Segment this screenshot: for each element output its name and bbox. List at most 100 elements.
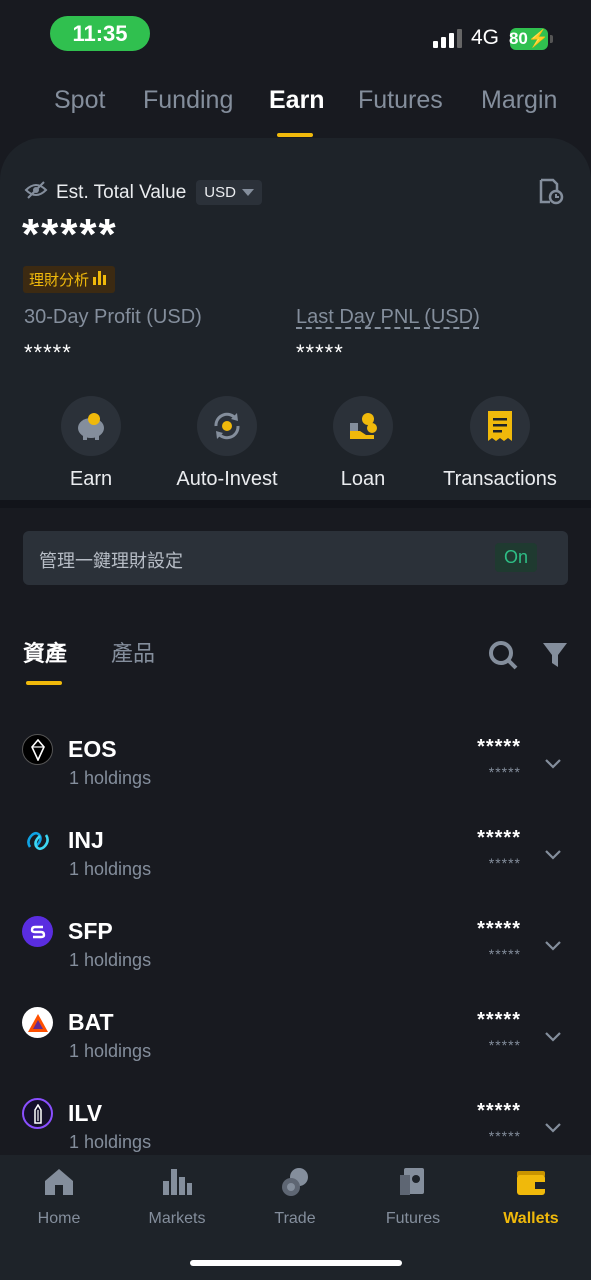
action-transactions[interactable]: Transactions (430, 396, 570, 491)
profit-value: ***** (24, 340, 72, 365)
nav-wallets[interactable]: Wallets (472, 1167, 590, 1228)
asset-symbol: EOS (68, 736, 117, 762)
inj-icon (22, 825, 53, 856)
nav-home-label: Home (37, 1210, 81, 1227)
action-auto-invest-label: Auto-Invest (176, 468, 278, 490)
asset-value: ***** (477, 736, 521, 758)
est-total-label: Est. Total Value (56, 181, 187, 203)
sub-tab-indicator (26, 681, 62, 685)
piggy-bank-icon (61, 396, 121, 456)
asset-sub-value: ***** (488, 1037, 521, 1053)
asset-sub-value: ***** (488, 946, 521, 962)
action-earn[interactable]: Earn (21, 396, 161, 491)
home-indicator (190, 1260, 402, 1266)
receipt-icon (470, 396, 530, 456)
chevron-down-icon[interactable] (545, 1120, 561, 1138)
tab-spot[interactable]: Spot (54, 86, 105, 115)
asset-sub-value: ***** (488, 764, 521, 780)
futures-icon (398, 1167, 428, 1202)
chevron-down-icon[interactable] (545, 1029, 561, 1047)
search-icon[interactable] (488, 640, 518, 675)
auto-invest-icon (197, 396, 257, 456)
asset-row[interactable]: BAT 1 holdings ***** ***** (0, 1007, 591, 1098)
nav-futures[interactable]: Futures (354, 1167, 472, 1228)
analysis-label: 理財分析 (29, 272, 90, 289)
nav-trade[interactable]: Trade (236, 1167, 354, 1228)
asset-row[interactable]: SFP 1 holdings ***** ***** (0, 916, 591, 1007)
chevron-down-icon[interactable] (545, 938, 561, 956)
action-loan-label: Loan (340, 468, 386, 490)
ilv-icon (22, 1098, 53, 1129)
nav-trade-label: Trade (274, 1210, 316, 1227)
bar-chart-icon (93, 270, 109, 289)
asset-symbol: BAT (68, 1009, 114, 1035)
nav-markets[interactable]: Markets (118, 1167, 236, 1228)
asset-value: ***** (477, 918, 521, 940)
eos-icon (22, 734, 53, 765)
tab-products[interactable]: 產品 (111, 636, 155, 668)
asset-value: ***** (477, 827, 521, 849)
nav-futures-label: Futures (385, 1210, 441, 1227)
asset-symbol: ILV (68, 1100, 103, 1126)
action-auto-invest[interactable]: Auto-Invest (157, 396, 297, 491)
asset-sub-value: ***** (488, 855, 521, 871)
quick-actions: Earn Auto-Invest Loan Transactions (0, 396, 591, 496)
wallet-tabs: Spot Funding Earn Futures Margin (0, 86, 591, 142)
asset-holdings: 1 holdings (69, 859, 152, 879)
auto-earn-toggle[interactable]: On (494, 543, 537, 572)
caret-down-icon (241, 189, 254, 196)
status-bar: 11:35 4G 80 ⚡ (0, 0, 591, 70)
filter-icon[interactable] (542, 641, 568, 674)
est-total-row: Est. Total Value USD (24, 180, 262, 205)
hide-balance-icon[interactable] (24, 180, 48, 205)
auto-earn-settings-bar[interactable]: 管理一鍵理財設定 On (23, 531, 568, 585)
tab-futures[interactable]: Futures (358, 86, 443, 115)
wallet-icon (516, 1167, 546, 1202)
pnl-value: ***** (296, 340, 344, 365)
signal-icon (433, 29, 462, 48)
history-icon[interactable] (538, 178, 564, 211)
currency-selector[interactable]: USD (196, 180, 262, 205)
markets-icon (162, 1167, 192, 1202)
earn-summary-card: Est. Total Value USD ***** 理財分析 30-Day P… (0, 138, 591, 500)
asset-value: ***** (477, 1009, 521, 1031)
chevron-down-icon[interactable] (545, 847, 561, 865)
tab-funding[interactable]: Funding (143, 86, 233, 115)
asset-symbol: INJ (68, 827, 104, 853)
battery-icon: 80 ⚡ (508, 28, 553, 50)
asset-holdings: 1 holdings (69, 1041, 152, 1061)
action-loan[interactable]: Loan (293, 396, 433, 491)
tab-margin[interactable]: Margin (481, 86, 557, 115)
currency-label: USD (204, 184, 236, 201)
status-time: 11:35 (50, 16, 150, 51)
action-transactions-label: Transactions (443, 468, 557, 490)
asset-symbol: SFP (68, 918, 113, 944)
asset-holdings: 1 holdings (69, 950, 152, 970)
nav-home[interactable]: Home (0, 1167, 118, 1228)
asset-value: ***** (477, 1100, 521, 1122)
loan-icon (333, 396, 393, 456)
asset-holdings: 1 holdings (69, 768, 152, 788)
settings-label: 管理一鍵理財設定 (39, 551, 183, 571)
home-icon (44, 1167, 74, 1202)
section-divider (0, 500, 591, 508)
battery-level: 80 (508, 29, 528, 48)
asset-row[interactable]: EOS 1 holdings ***** ***** (0, 734, 591, 825)
network-label: 4G (471, 26, 500, 49)
asset-sub-value: ***** (488, 1128, 521, 1144)
profit-label: 30-Day Profit (USD) (24, 306, 202, 328)
chevron-down-icon[interactable] (545, 756, 561, 774)
action-earn-label: Earn (69, 468, 113, 490)
tab-earn[interactable]: Earn (269, 86, 325, 115)
asset-holdings: 1 holdings (69, 1132, 152, 1152)
bat-icon (22, 1007, 53, 1038)
analysis-badge[interactable]: 理財分析 (23, 266, 116, 293)
pnl-label[interactable]: Last Day PNL (USD) (296, 306, 480, 329)
active-tab-indicator (277, 133, 313, 137)
asset-row[interactable]: INJ 1 holdings ***** ***** (0, 825, 591, 916)
total-value: ***** (22, 210, 118, 259)
tab-assets[interactable]: 資產 (23, 636, 67, 668)
nav-wallets-label: Wallets (503, 1210, 559, 1227)
sfp-icon (22, 916, 53, 947)
trade-icon (280, 1167, 310, 1202)
